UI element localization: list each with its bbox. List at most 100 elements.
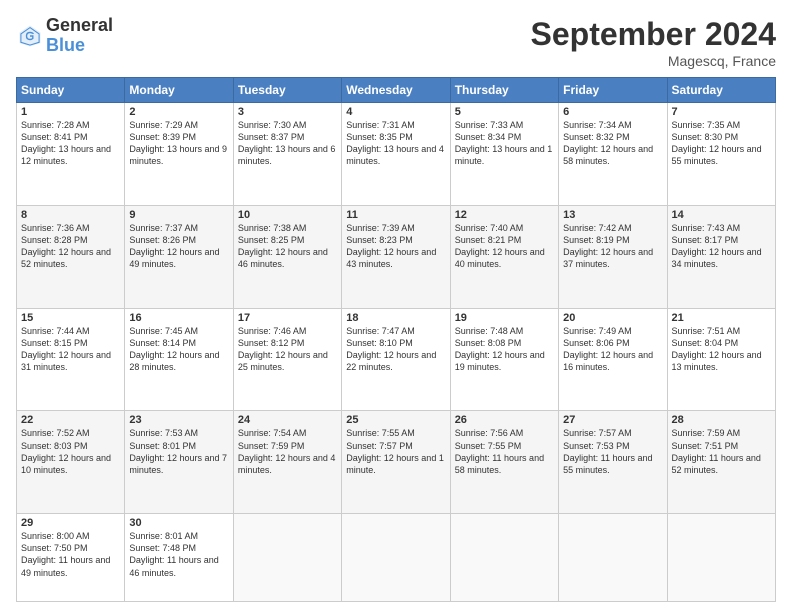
- calendar-week-row: 15 Sunrise: 7:44 AM Sunset: 8:15 PM Dayl…: [17, 308, 776, 411]
- day-info: Sunrise: 7:33 AM Sunset: 8:34 PM Dayligh…: [455, 119, 554, 168]
- calendar-cell: 14 Sunrise: 7:43 AM Sunset: 8:17 PM Dayl…: [667, 205, 775, 308]
- logo-general: General: [46, 16, 113, 36]
- day-number: 2: [129, 106, 228, 118]
- day-info: Sunrise: 8:00 AM Sunset: 7:50 PM Dayligh…: [21, 530, 120, 579]
- calendar-cell: 30 Sunrise: 8:01 AM Sunset: 7:48 PM Dayl…: [125, 514, 233, 602]
- day-info: Sunrise: 7:49 AM Sunset: 8:06 PM Dayligh…: [563, 325, 662, 374]
- day-info: Sunrise: 7:39 AM Sunset: 8:23 PM Dayligh…: [346, 222, 445, 271]
- day-number: 19: [455, 312, 554, 324]
- calendar-cell: [450, 514, 558, 602]
- day-number: 27: [563, 414, 662, 426]
- day-number: 5: [455, 106, 554, 118]
- calendar-cell: 18 Sunrise: 7:47 AM Sunset: 8:10 PM Dayl…: [342, 308, 450, 411]
- day-number: 3: [238, 106, 337, 118]
- calendar-day-header: Sunday: [17, 78, 125, 103]
- day-info: Sunrise: 7:52 AM Sunset: 8:03 PM Dayligh…: [21, 427, 120, 476]
- day-info: Sunrise: 7:45 AM Sunset: 8:14 PM Dayligh…: [129, 325, 228, 374]
- calendar-header-row: SundayMondayTuesdayWednesdayThursdayFrid…: [17, 78, 776, 103]
- day-number: 15: [21, 312, 120, 324]
- day-info: Sunrise: 7:56 AM Sunset: 7:55 PM Dayligh…: [455, 427, 554, 476]
- day-info: Sunrise: 7:37 AM Sunset: 8:26 PM Dayligh…: [129, 222, 228, 271]
- calendar-week-row: 8 Sunrise: 7:36 AM Sunset: 8:28 PM Dayli…: [17, 205, 776, 308]
- day-number: 8: [21, 209, 120, 221]
- calendar-cell: 5 Sunrise: 7:33 AM Sunset: 8:34 PM Dayli…: [450, 103, 558, 206]
- calendar-day-header: Thursday: [450, 78, 558, 103]
- day-number: 17: [238, 312, 337, 324]
- logo-icon: [16, 22, 44, 50]
- day-info: Sunrise: 7:28 AM Sunset: 8:41 PM Dayligh…: [21, 119, 120, 168]
- page: General Blue September 2024 Magescq, Fra…: [0, 0, 792, 612]
- calendar-cell: 10 Sunrise: 7:38 AM Sunset: 8:25 PM Dayl…: [233, 205, 341, 308]
- calendar-cell: 16 Sunrise: 7:45 AM Sunset: 8:14 PM Dayl…: [125, 308, 233, 411]
- calendar-cell: 13 Sunrise: 7:42 AM Sunset: 8:19 PM Dayl…: [559, 205, 667, 308]
- calendar-cell: 7 Sunrise: 7:35 AM Sunset: 8:30 PM Dayli…: [667, 103, 775, 206]
- calendar-week-row: 29 Sunrise: 8:00 AM Sunset: 7:50 PM Dayl…: [17, 514, 776, 602]
- calendar-cell: 24 Sunrise: 7:54 AM Sunset: 7:59 PM Dayl…: [233, 411, 341, 514]
- calendar-cell: 12 Sunrise: 7:40 AM Sunset: 8:21 PM Dayl…: [450, 205, 558, 308]
- day-number: 29: [21, 517, 120, 529]
- day-number: 30: [129, 517, 228, 529]
- calendar-cell: 4 Sunrise: 7:31 AM Sunset: 8:35 PM Dayli…: [342, 103, 450, 206]
- day-info: Sunrise: 7:54 AM Sunset: 7:59 PM Dayligh…: [238, 427, 337, 476]
- day-number: 22: [21, 414, 120, 426]
- day-number: 24: [238, 414, 337, 426]
- calendar-day-header: Tuesday: [233, 78, 341, 103]
- day-info: Sunrise: 7:43 AM Sunset: 8:17 PM Dayligh…: [672, 222, 771, 271]
- calendar-cell: 20 Sunrise: 7:49 AM Sunset: 8:06 PM Dayl…: [559, 308, 667, 411]
- day-info: Sunrise: 7:44 AM Sunset: 8:15 PM Dayligh…: [21, 325, 120, 374]
- day-info: Sunrise: 7:30 AM Sunset: 8:37 PM Dayligh…: [238, 119, 337, 168]
- day-info: Sunrise: 7:34 AM Sunset: 8:32 PM Dayligh…: [563, 119, 662, 168]
- header: General Blue September 2024 Magescq, Fra…: [16, 16, 776, 69]
- day-info: Sunrise: 7:36 AM Sunset: 8:28 PM Dayligh…: [21, 222, 120, 271]
- day-number: 26: [455, 414, 554, 426]
- calendar-cell: 11 Sunrise: 7:39 AM Sunset: 8:23 PM Dayl…: [342, 205, 450, 308]
- calendar-cell: [559, 514, 667, 602]
- calendar-cell: [233, 514, 341, 602]
- day-number: 4: [346, 106, 445, 118]
- day-number: 7: [672, 106, 771, 118]
- calendar-cell: 23 Sunrise: 7:53 AM Sunset: 8:01 PM Dayl…: [125, 411, 233, 514]
- calendar-cell: 1 Sunrise: 7:28 AM Sunset: 8:41 PM Dayli…: [17, 103, 125, 206]
- calendar: SundayMondayTuesdayWednesdayThursdayFrid…: [16, 77, 776, 602]
- day-number: 20: [563, 312, 662, 324]
- calendar-cell: 27 Sunrise: 7:57 AM Sunset: 7:53 PM Dayl…: [559, 411, 667, 514]
- day-number: 13: [563, 209, 662, 221]
- calendar-cell: 8 Sunrise: 7:36 AM Sunset: 8:28 PM Dayli…: [17, 205, 125, 308]
- day-info: Sunrise: 7:47 AM Sunset: 8:10 PM Dayligh…: [346, 325, 445, 374]
- logo-text: General Blue: [46, 16, 113, 56]
- logo: General Blue: [16, 16, 113, 56]
- calendar-day-header: Monday: [125, 78, 233, 103]
- calendar-cell: 21 Sunrise: 7:51 AM Sunset: 8:04 PM Dayl…: [667, 308, 775, 411]
- day-number: 16: [129, 312, 228, 324]
- day-number: 10: [238, 209, 337, 221]
- day-number: 25: [346, 414, 445, 426]
- day-info: Sunrise: 7:55 AM Sunset: 7:57 PM Dayligh…: [346, 427, 445, 476]
- day-number: 12: [455, 209, 554, 221]
- day-info: Sunrise: 7:57 AM Sunset: 7:53 PM Dayligh…: [563, 427, 662, 476]
- day-number: 21: [672, 312, 771, 324]
- day-info: Sunrise: 8:01 AM Sunset: 7:48 PM Dayligh…: [129, 530, 228, 579]
- calendar-day-header: Wednesday: [342, 78, 450, 103]
- day-info: Sunrise: 7:42 AM Sunset: 8:19 PM Dayligh…: [563, 222, 662, 271]
- calendar-week-row: 1 Sunrise: 7:28 AM Sunset: 8:41 PM Dayli…: [17, 103, 776, 206]
- day-number: 11: [346, 209, 445, 221]
- day-info: Sunrise: 7:59 AM Sunset: 7:51 PM Dayligh…: [672, 427, 771, 476]
- calendar-cell: 9 Sunrise: 7:37 AM Sunset: 8:26 PM Dayli…: [125, 205, 233, 308]
- calendar-cell: 22 Sunrise: 7:52 AM Sunset: 8:03 PM Dayl…: [17, 411, 125, 514]
- calendar-cell: [342, 514, 450, 602]
- calendar-cell: 17 Sunrise: 7:46 AM Sunset: 8:12 PM Dayl…: [233, 308, 341, 411]
- day-info: Sunrise: 7:29 AM Sunset: 8:39 PM Dayligh…: [129, 119, 228, 168]
- calendar-cell: 2 Sunrise: 7:29 AM Sunset: 8:39 PM Dayli…: [125, 103, 233, 206]
- calendar-cell: 15 Sunrise: 7:44 AM Sunset: 8:15 PM Dayl…: [17, 308, 125, 411]
- day-info: Sunrise: 7:46 AM Sunset: 8:12 PM Dayligh…: [238, 325, 337, 374]
- day-info: Sunrise: 7:51 AM Sunset: 8:04 PM Dayligh…: [672, 325, 771, 374]
- day-number: 28: [672, 414, 771, 426]
- day-info: Sunrise: 7:38 AM Sunset: 8:25 PM Dayligh…: [238, 222, 337, 271]
- day-info: Sunrise: 7:48 AM Sunset: 8:08 PM Dayligh…: [455, 325, 554, 374]
- logo-blue: Blue: [46, 36, 113, 56]
- day-info: Sunrise: 7:35 AM Sunset: 8:30 PM Dayligh…: [672, 119, 771, 168]
- day-number: 23: [129, 414, 228, 426]
- calendar-cell: 26 Sunrise: 7:56 AM Sunset: 7:55 PM Dayl…: [450, 411, 558, 514]
- day-number: 9: [129, 209, 228, 221]
- calendar-cell: 19 Sunrise: 7:48 AM Sunset: 8:08 PM Dayl…: [450, 308, 558, 411]
